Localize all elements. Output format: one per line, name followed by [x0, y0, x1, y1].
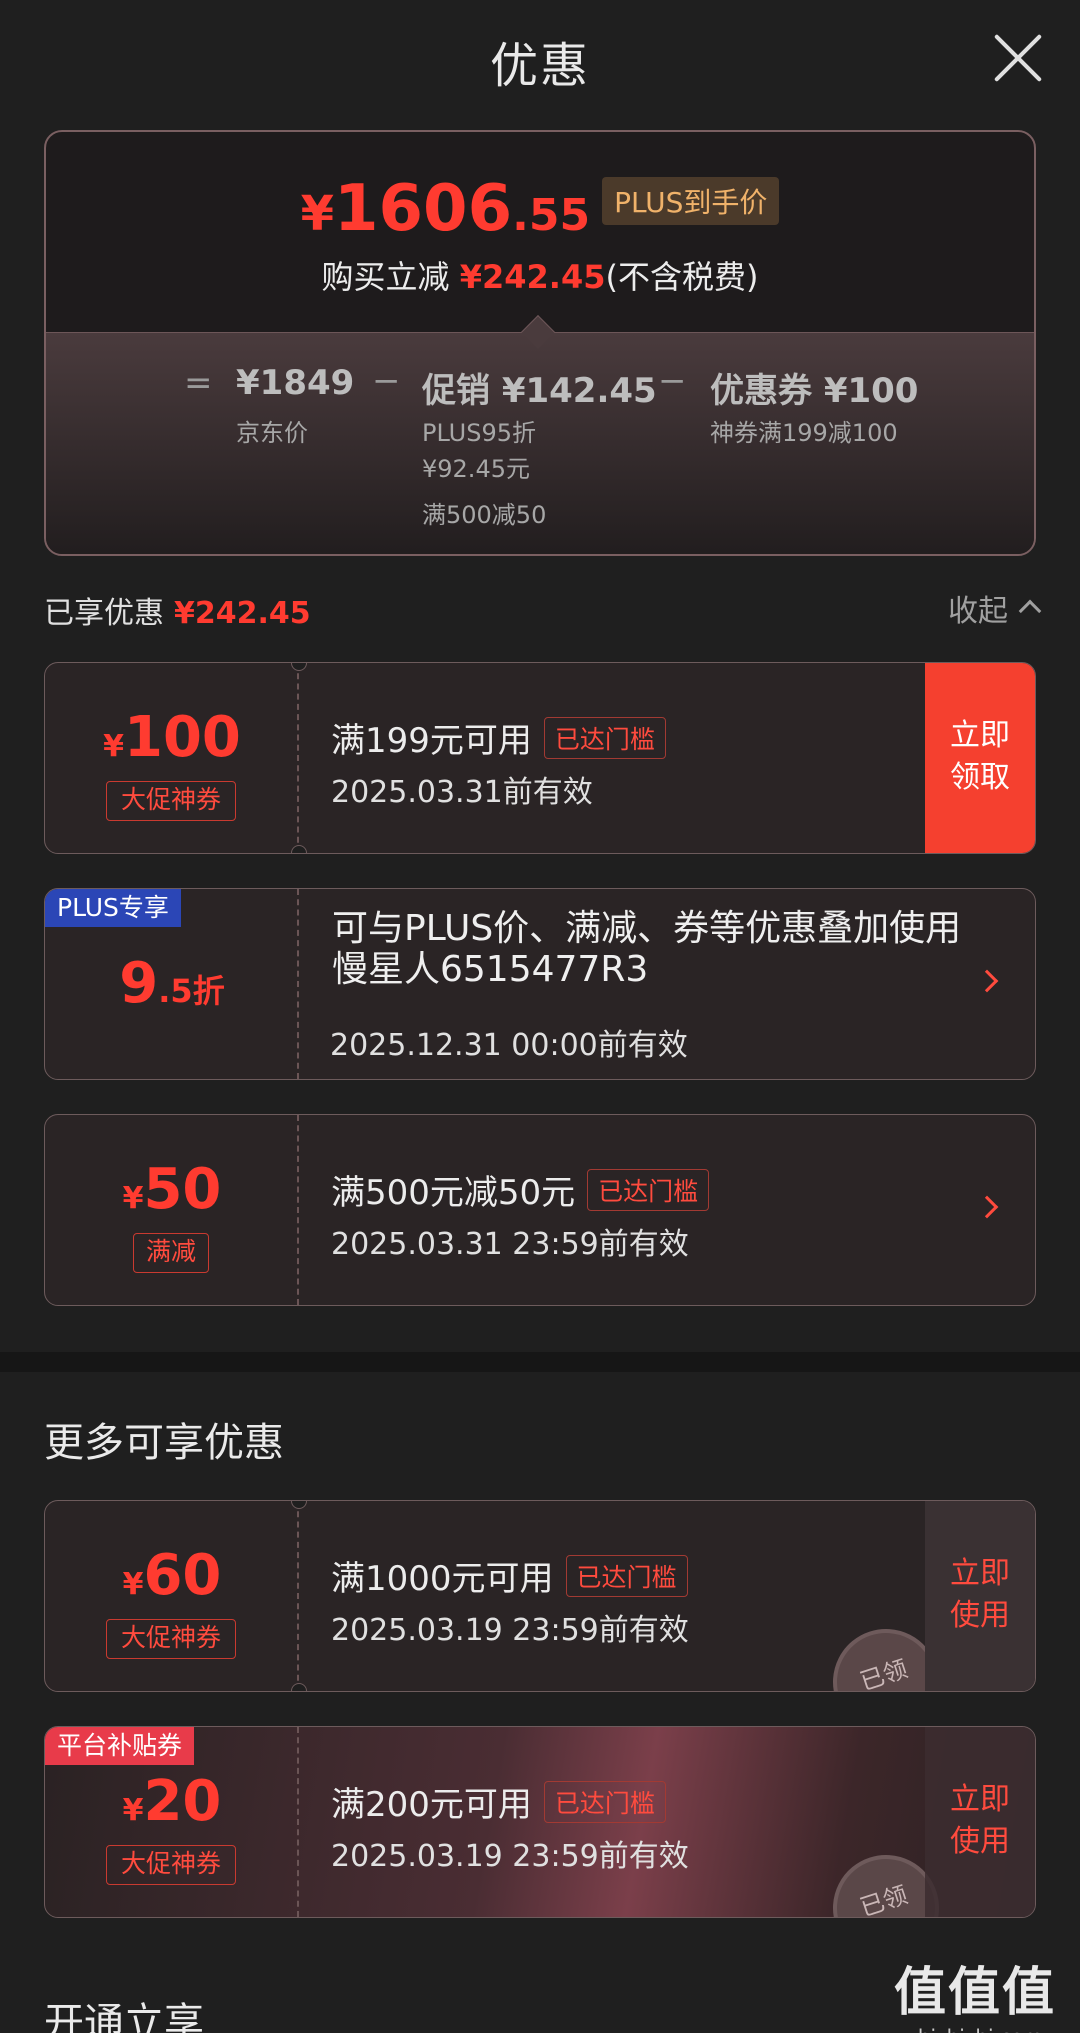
coupon-validity: 2025.03.31 23:59前有效: [331, 1227, 689, 1262]
price-breakdown: = ¥1849 京东价 − 促销 ¥142.45 PLUS95折 ¥92.45元…: [46, 332, 1034, 554]
equals-sign: =: [184, 363, 213, 403]
promo-total: 促销 ¥142.45: [422, 371, 657, 411]
coupon-condition: 满199元可用 已达门槛: [331, 713, 666, 762]
jd-price-label: 京东价: [236, 419, 308, 447]
chevron-right-icon[interactable]: [975, 1195, 999, 1219]
threshold-badge: 已达门槛: [543, 717, 666, 759]
coupon-sheet: 优惠 ¥1606.55 PLUS到手价 购买立减 ¥242.45(不含税费) = …: [0, 0, 1080, 2033]
watermark-url: zhizhizhi.com: [894, 2025, 1056, 2033]
enjoyed-discount: 已享优惠 ¥242.45: [44, 588, 311, 632]
discount-line: 购买立减 ¥242.45(不含税费): [46, 252, 1034, 298]
price-currency: ¥: [300, 186, 334, 242]
jd-price: ¥1849: [236, 363, 355, 403]
minus-sign: −: [372, 361, 401, 401]
use-now-button[interactable]: 立即 使用: [925, 1727, 1035, 1917]
coupon-condition: 满1000元可用 已达门槛: [331, 1551, 688, 1600]
chevron-up-icon: [1018, 599, 1042, 623]
close-icon[interactable]: [990, 30, 1046, 86]
ticket-notch: [291, 1683, 307, 1691]
claim-button[interactable]: 立即 领取: [925, 663, 1035, 853]
promo-plus95: PLUS95折: [422, 419, 536, 447]
coupon-card-60[interactable]: ¥60 大促神券 满1000元可用 已达门槛 2025.03.19 23:59前有…: [44, 1500, 1036, 1692]
coupon-card-20[interactable]: 平台补贴券 ¥20 大促神券 满200元可用 已达门槛 2025.03.19 23…: [44, 1726, 1036, 1918]
watermark-logo-text: 值值值: [893, 1963, 1056, 2023]
threshold-badge: 已达门槛: [565, 1555, 688, 1597]
ticket-notch: [291, 845, 307, 853]
final-price: ¥1606.55 PLUS到手价: [46, 172, 1034, 246]
threshold-badge: 已达门槛: [587, 1169, 710, 1211]
threshold-badge: 已达门槛: [543, 1781, 666, 1823]
coupon-total: 优惠券 ¥100: [710, 371, 919, 411]
discount-suffix: (不含税费): [605, 258, 759, 296]
coupon-type-label: 大促神券: [106, 781, 236, 821]
coupon-validity: 2025.03.19 23:59前有效: [331, 1839, 689, 1874]
section-divider: [0, 1352, 1080, 1372]
coupon-detail: 神券满199减100: [710, 419, 898, 447]
coupon-condition: 满500元减50元 已达门槛: [331, 1165, 710, 1214]
coupon-type-label: 大促神券: [106, 1845, 236, 1885]
price-summary-top: ¥1606.55 PLUS到手价 购买立减 ¥242.45(不含税费): [46, 132, 1034, 332]
price-integer: 1606: [333, 172, 513, 246]
watermark-username: 慢星人6515477R3: [332, 949, 649, 990]
enjoyed-amount: ¥242.45: [174, 596, 311, 631]
plus-price-tag: PLUS到手价: [602, 177, 780, 225]
coupon-amount: ¥50: [122, 1157, 222, 1222]
discount-amount: ¥242.45: [459, 258, 606, 296]
coupon-amount: ¥60: [122, 1543, 222, 1608]
coupon-card-50[interactable]: ¥50 满减 满500元减50元 已达门槛 2025.03.31 23:59前有效: [44, 1114, 1036, 1306]
enjoyed-label: 已享优惠: [44, 596, 164, 631]
coupon-validity: 2025.03.19 23:59前有效: [331, 1613, 689, 1648]
price-decimal: .55: [512, 190, 591, 241]
collapse-label: 收起: [948, 594, 1008, 629]
coupon-condition: 满200元可用 已达门槛: [331, 1777, 666, 1826]
coupon-discount-rate: 9.5折: [119, 951, 225, 1016]
price-summary-card: ¥1606.55 PLUS到手价 购买立减 ¥242.45(不含税费) = ¥18…: [44, 130, 1036, 556]
minus-sign-2: −: [658, 361, 687, 401]
coupon-card-100[interactable]: ¥100 大促神券 满199元可用 已达门槛 2025.03.31前有效 立即 领…: [44, 662, 1036, 854]
coupon-type-label: 满减: [133, 1233, 209, 1273]
coupon-amount: ¥20: [122, 1769, 222, 1834]
promo-plus95-amount: ¥92.45元: [422, 455, 530, 483]
collapse-button[interactable]: 收起: [948, 586, 1042, 630]
use-now-button[interactable]: 立即 使用: [925, 1501, 1035, 1691]
coupon-validity: 2025.12.31 00:00前有效: [330, 1028, 688, 1063]
coupon-type-label: 大促神券: [106, 1619, 236, 1659]
plus-exclusive-badge: PLUS专享: [45, 889, 181, 927]
open-enjoy-title: 开通立享: [44, 2000, 204, 2033]
promo-full-reduction: 满500减50: [422, 501, 547, 529]
sheet-title: 优惠: [489, 38, 590, 94]
platform-subsidy-badge: 平台补贴券: [45, 1727, 195, 1765]
discount-prefix: 购买立减: [321, 258, 450, 296]
chevron-right-icon[interactable]: [975, 969, 999, 993]
more-offers-title: 更多可享优惠: [44, 1420, 284, 1466]
sheet-header: 优惠: [0, 0, 1080, 120]
site-watermark: 值值值 zhizhizhi.com: [894, 1950, 1056, 2033]
coupon-amount: ¥100: [103, 705, 241, 770]
coupon-validity: 2025.03.31前有效: [331, 775, 593, 810]
